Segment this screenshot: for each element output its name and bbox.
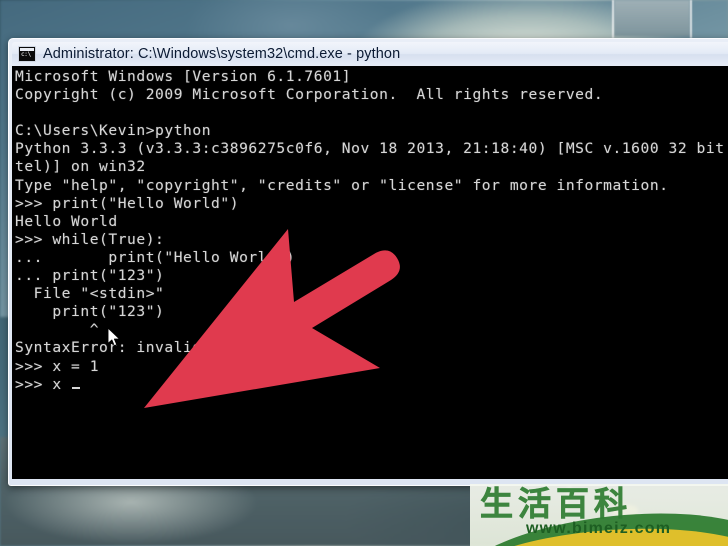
screenshot-root: Administrator: C:\Windows\system32\cmd.e…	[0, 0, 728, 546]
terminal-cursor	[72, 386, 81, 389]
watermark: 生活百科 www.bimeiz.com	[470, 484, 728, 546]
window-title: Administrator: C:\Windows\system32\cmd.e…	[43, 46, 401, 62]
terminal-line: ^	[15, 321, 100, 339]
terminal-line: Hello World	[15, 212, 118, 230]
terminal-line: >>> x	[15, 376, 728, 394]
terminal-line: File "<stdin>"	[15, 285, 165, 303]
terminal-line: print("123")	[15, 303, 165, 321]
terminal-line: >>> while(True):	[15, 230, 165, 248]
cmd-console-icon	[18, 46, 36, 62]
window-title-bar[interactable]: Administrator: C:\Windows\system32\cmd.e…	[12, 42, 728, 66]
terminal-line: tel)] on win32	[15, 158, 146, 176]
terminal-output-area[interactable]: Microsoft Windows [Version 6.1.7601] Copy…	[12, 66, 728, 479]
terminal-line: Microsoft Windows [Version 6.1.7601]	[15, 68, 352, 85]
terminal-line: ... print("Hello World")	[15, 248, 296, 266]
terminal-text: Microsoft Windows [Version 6.1.7601] Copy…	[15, 68, 728, 394]
watermark-brand-text: 生活百科	[480, 484, 632, 523]
command-prompt-window[interactable]: Administrator: C:\Windows\system32\cmd.e…	[8, 38, 728, 486]
wallpaper-seam	[690, 0, 692, 38]
terminal-line: ... print("123")	[15, 267, 165, 285]
terminal-line: >>> print("Hello World")	[15, 194, 240, 212]
terminal-line: Type "help", "copyright", "credits" or "…	[15, 176, 669, 194]
wallpaper-tile	[614, 0, 690, 36]
watermark-url: www.bimeiz.com	[526, 520, 672, 537]
wallpaper-seam	[612, 0, 614, 38]
terminal-line: Python 3.3.3 (v3.3.3:c3896275c0f6, Nov 1…	[15, 140, 728, 158]
terminal-line: Copyright (c) 2009 Microsoft Corporation…	[15, 86, 604, 104]
terminal-line: >>> x = 1	[15, 357, 100, 375]
terminal-line: C:\Users\Kevin>python	[15, 122, 212, 140]
terminal-line: SyntaxError: invalid syntax	[15, 339, 268, 357]
